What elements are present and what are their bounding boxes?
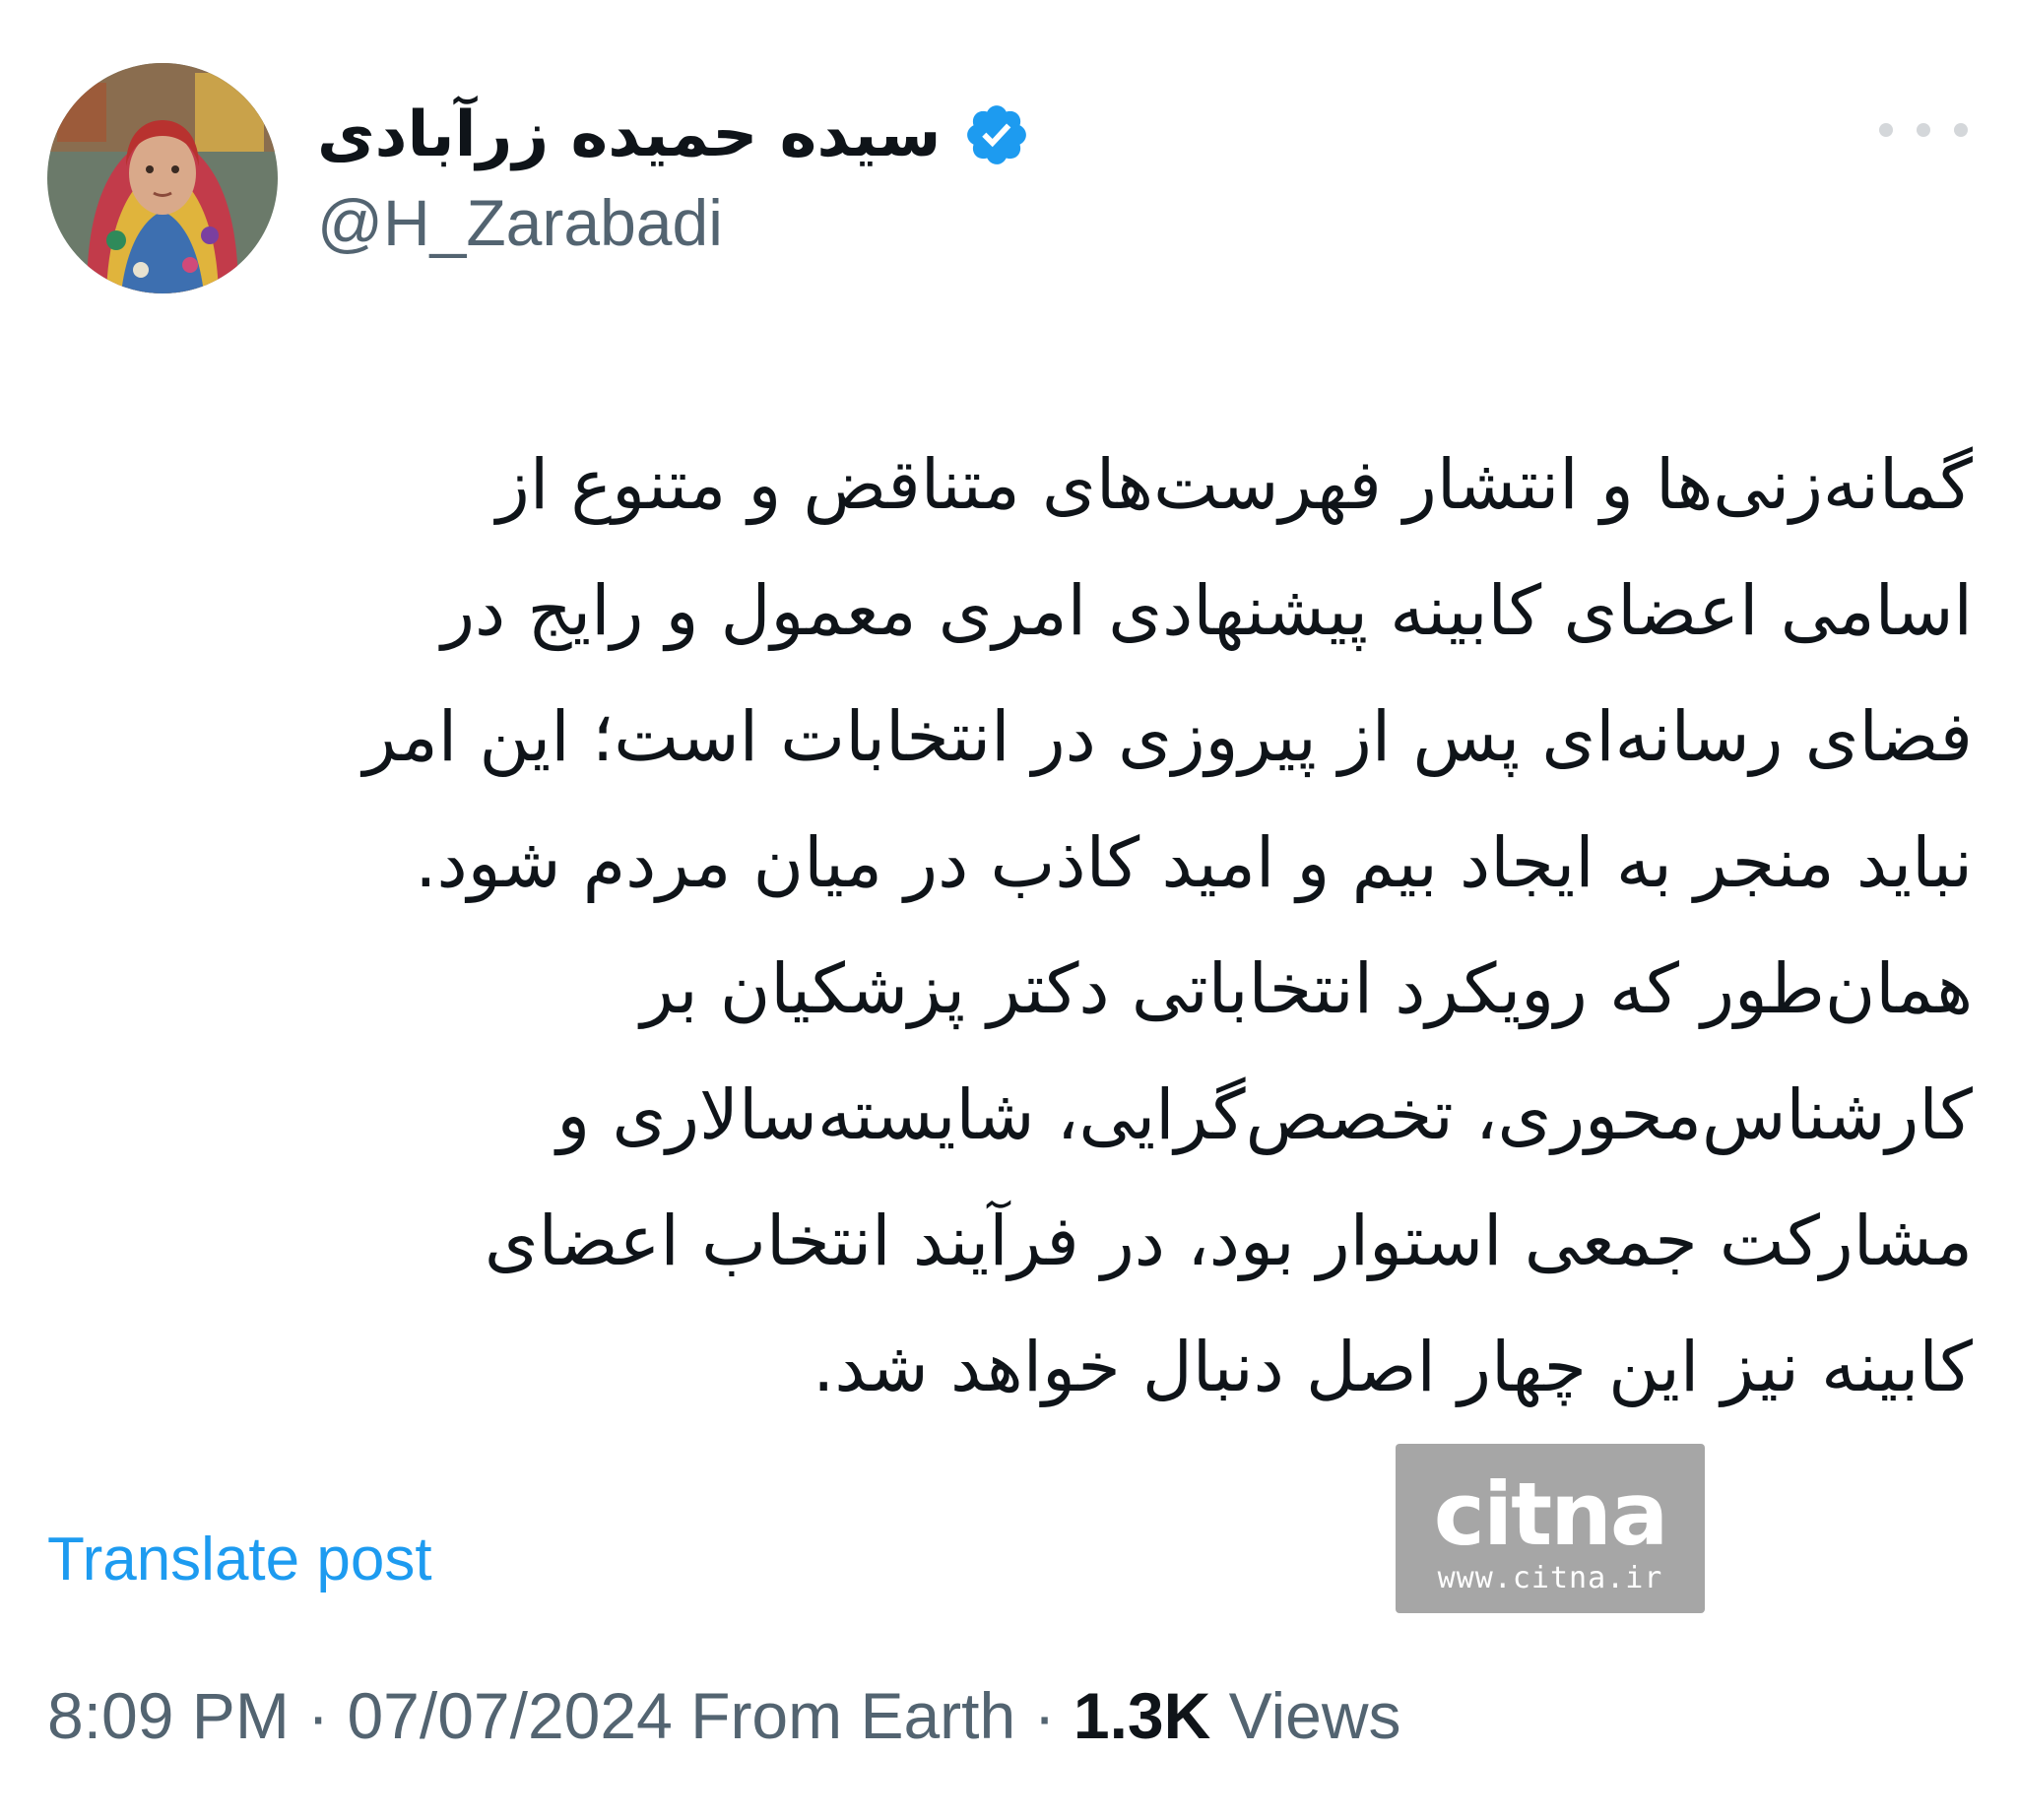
watermark-logo: citna [1433, 1463, 1668, 1565]
tweet-meta: 8:09 PM · 07/07/2024 From Earth · 1.3K V… [47, 1678, 1401, 1753]
more-horizontal-icon-dot [1917, 123, 1930, 137]
more-horizontal-icon [1879, 123, 1893, 137]
verified-badge-icon [967, 105, 1027, 164]
tweet-text-line: کارشناس‌محوری، تخصص‌گرایی، شایسته‌سالاری… [556, 1074, 1973, 1155]
tweet-text-line: فضای رسانه‌ای پس از پیروزی در انتخابات ا… [362, 696, 1973, 777]
watermark-url: www.citna.ir [1437, 1561, 1663, 1595]
author-name-row: سیده حمیده زرآبادی [317, 91, 1031, 179]
tweet-text-line: کابینه نیز این چهار اصل دنبال خواهد شد. [813, 1327, 1973, 1407]
author-avatar[interactable] [47, 63, 278, 293]
tweet-time[interactable]: 8:09 PM [47, 1679, 290, 1752]
tweet-text-line: گمانه‌زنی‌ها و انتشار فهرست‌های متناقض و… [496, 444, 1973, 525]
tweet-text-line: اسامی اعضای کابینه پیشنهادی امری معمول و… [441, 570, 1973, 651]
citna-watermark: citna www.citna.ir [1396, 1444, 1705, 1613]
tweet-text-line: مشارکت جمعی استوار بود، در فرآیند انتخاب… [484, 1201, 1973, 1281]
views-count: 1.3K [1073, 1679, 1211, 1752]
meta-separator: · [307, 1679, 330, 1752]
translate-post-link[interactable]: Translate post [47, 1525, 432, 1594]
tweet-source: From Earth [690, 1679, 1016, 1752]
meta-separator: · [1033, 1679, 1056, 1752]
author-display-name[interactable]: سیده حمیده زرآبادی [317, 98, 941, 171]
tweet-text-line: همان‌طور که رویکرد انتخاباتی دکتر پزشکیا… [640, 948, 1973, 1029]
tweet-text-line: نباید منجر به ایجاد بیم و امید کاذب در م… [415, 822, 1973, 903]
tweet-date[interactable]: 07/07/2024 [347, 1679, 672, 1752]
author-handle[interactable]: @H_Zarabadi [317, 185, 723, 260]
views-label: Views [1228, 1679, 1401, 1752]
tweet-text: گمانه‌زنی‌ها و انتشار فهرست‌های متناقض و… [101, 422, 1973, 1430]
more-options-button[interactable] [1879, 108, 1968, 152]
more-horizontal-icon-dot [1954, 123, 1968, 137]
